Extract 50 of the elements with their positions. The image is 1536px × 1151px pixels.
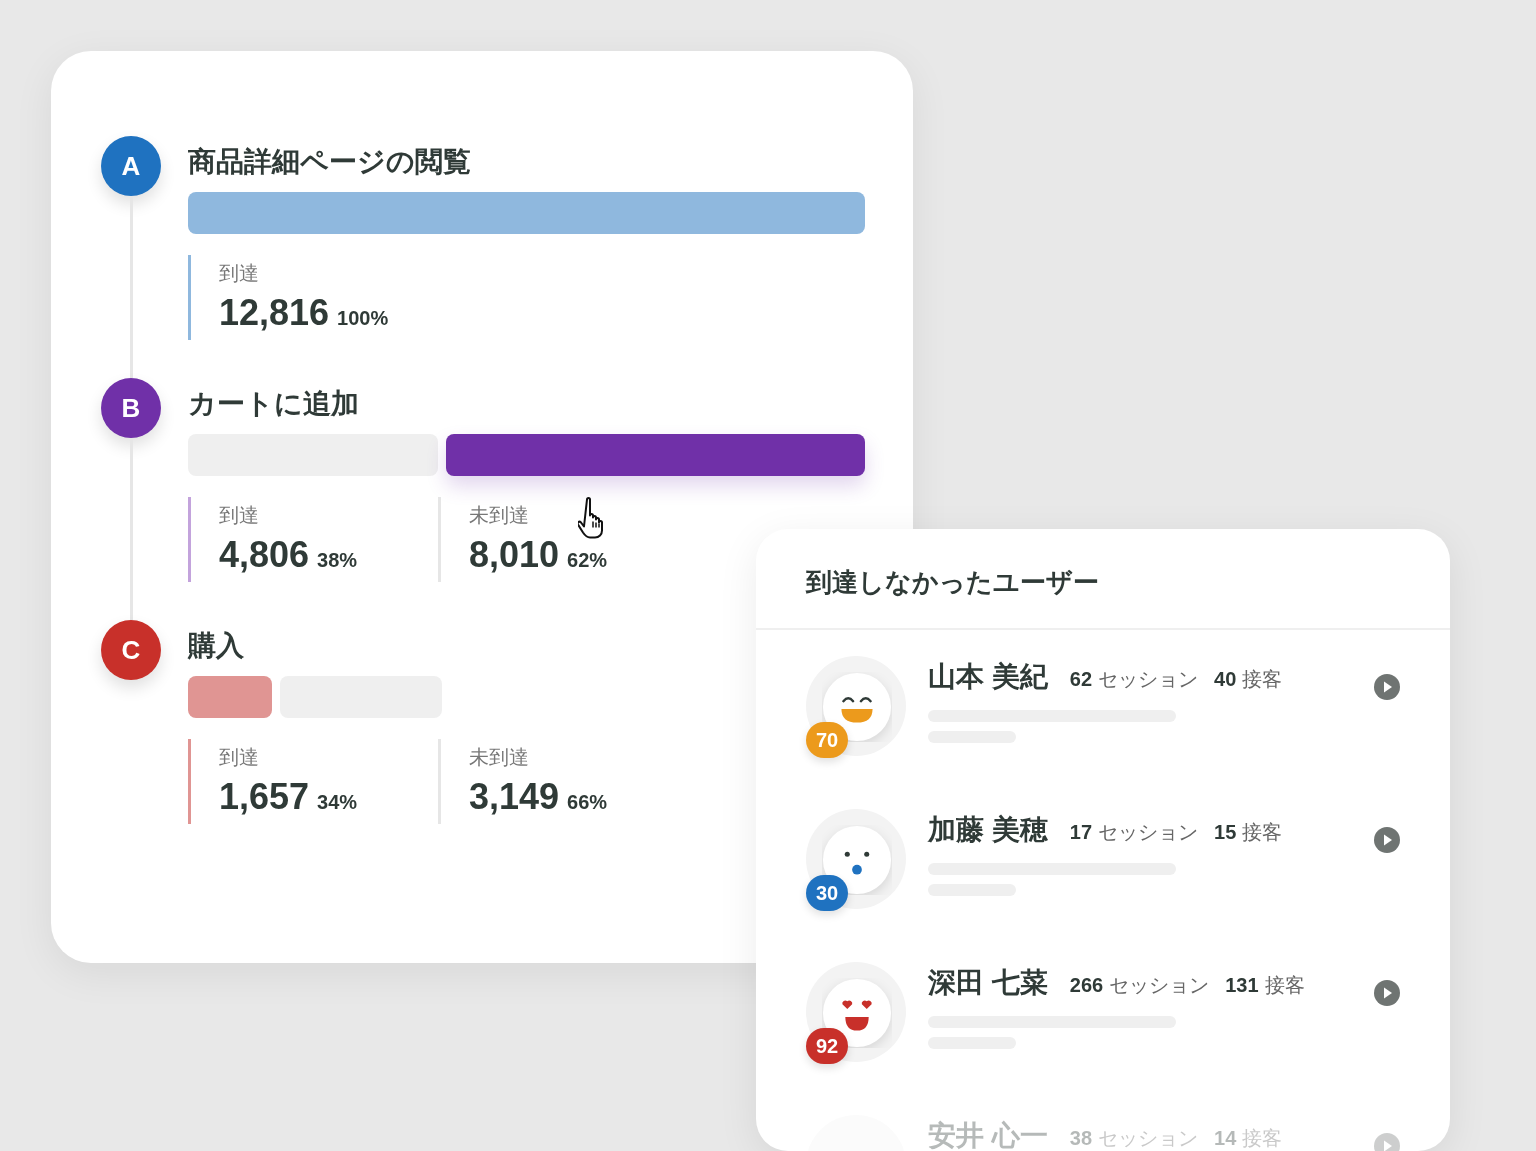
user-row[interactable]: 70 山本 美紀 62 セッション 40 接客: [756, 630, 1450, 783]
step-marker: A: [101, 136, 161, 196]
visit-count: 15: [1214, 820, 1237, 845]
session-label: セッション: [1109, 973, 1210, 998]
stat-percent: 100%: [337, 307, 389, 329]
stat-label: 到達: [219, 505, 259, 525]
play-button[interactable]: [1374, 674, 1400, 700]
stat-value: 3,149: [469, 776, 560, 817]
step-title: 購入: [188, 632, 245, 660]
stat-percent: 66%: [567, 791, 608, 813]
visit-count: 14: [1214, 1126, 1237, 1151]
step-title: 商品詳細ページの閲覧: [188, 148, 472, 176]
hand-cursor-icon: [578, 497, 606, 539]
step-marker: B: [101, 378, 161, 438]
session-label: セッション: [1098, 820, 1199, 845]
stat-label: 未到達: [469, 747, 529, 767]
stat-value: 12,816: [219, 292, 330, 333]
user-name: 深田 七菜: [928, 966, 1048, 1000]
step-marker: C: [101, 620, 161, 680]
session-count: 17: [1069, 820, 1093, 845]
visit-count: 131: [1225, 973, 1259, 998]
score-badge: 92: [806, 1028, 848, 1064]
visit-label: 接客: [1264, 973, 1305, 998]
stat-percent: 62%: [567, 549, 608, 571]
user-name: 加藤 美穂: [928, 813, 1048, 847]
session-label: セッション: [1098, 667, 1199, 692]
stat-value: 8,010: [469, 534, 560, 575]
user-row[interactable]: 92 深田 七菜 266 セッション 131 接客: [756, 936, 1450, 1089]
session-count: 62: [1069, 667, 1093, 692]
user-name: 安井 心一: [928, 1119, 1048, 1151]
score-badge: 70: [806, 722, 848, 758]
visit-label: 接客: [1242, 820, 1283, 845]
user-name: 山本 美紀: [928, 660, 1048, 694]
stat-label: 到達: [219, 263, 259, 283]
stat-percent: 38%: [317, 549, 358, 571]
panel-title: 到達しなかったユーザー: [756, 529, 1450, 630]
visit-count: 40: [1214, 667, 1237, 692]
stat-value: 4,806: [219, 534, 310, 575]
user-row[interactable]: 30 加藤 美穂 17 セッション 15 接客: [756, 783, 1450, 936]
stat-label: 到達: [219, 747, 259, 767]
stat-label: 未到達: [469, 505, 529, 525]
stat-value: 1,657: [219, 776, 310, 817]
visit-label: 接客: [1242, 667, 1283, 692]
play-button[interactable]: [1374, 980, 1400, 1006]
session-count: 266: [1069, 973, 1104, 998]
session-count: 38: [1069, 1126, 1093, 1151]
stat-percent: 34%: [317, 791, 358, 813]
play-button[interactable]: [1374, 827, 1400, 853]
score-badge: 30: [806, 875, 848, 911]
step-title: カートに追加: [188, 390, 360, 418]
